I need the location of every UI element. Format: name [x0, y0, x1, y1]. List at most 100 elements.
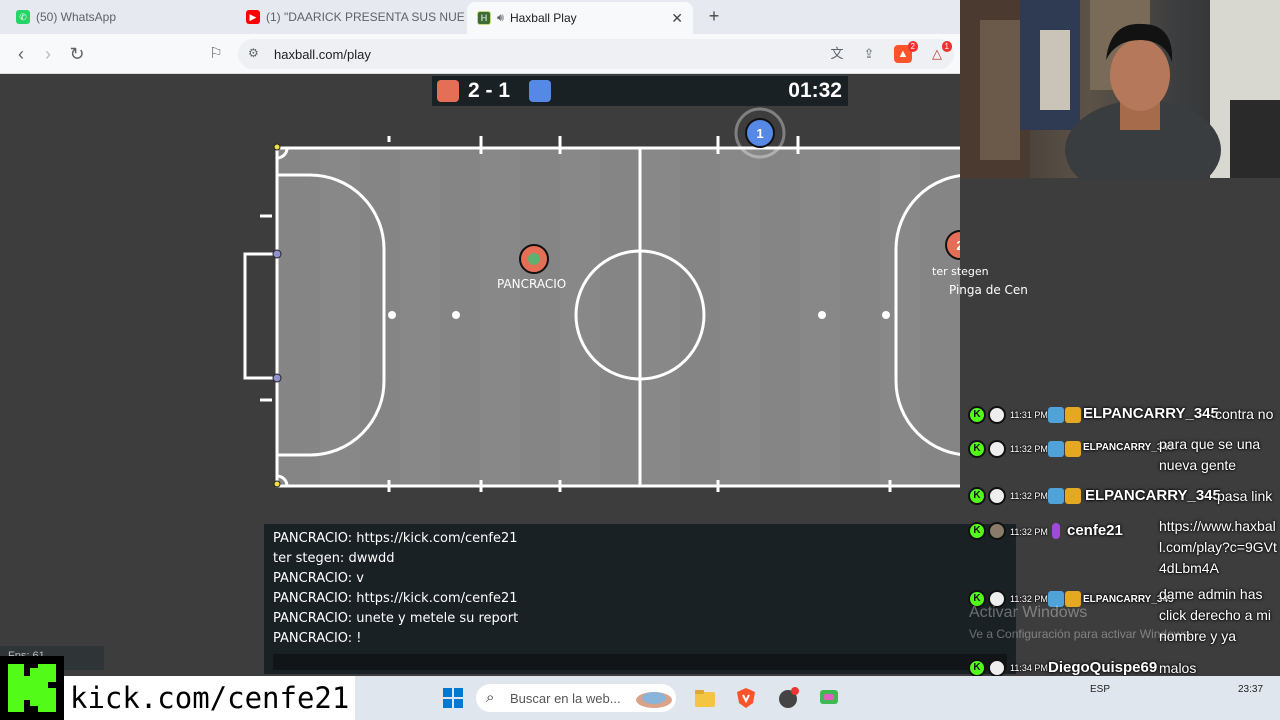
chat-input[interactable] — [273, 654, 1007, 670]
channel-url: kick.com/cenfe21 — [64, 676, 356, 720]
stream-chat-message: K 11:32 PM ELPANCARRY_345 pasa link — [968, 486, 1280, 508]
tab-haxball[interactable]: H 🔊︎ Haxball Play ✕ — [467, 2, 693, 34]
site-info-icon[interactable]: ⚙ — [248, 46, 259, 60]
goal-post — [272, 249, 282, 259]
haxball-game: 2 - 1 01:32 1 PANCRACIO ter stegen Pinga… — [0, 74, 1028, 720]
tab-youtube[interactable]: ▶ (1) "DAARICK PRESENTA SUS NUEVO — [236, 4, 464, 30]
haxball-icon: H — [477, 11, 491, 25]
stream-chat-message: K 11:32 PM cenfe21 https://www.haxball.c… — [968, 518, 1280, 580]
player-name-label: ter stegen — [932, 265, 989, 278]
kick-icon: K — [968, 659, 986, 677]
chat-text: https://www.haxball.com/play?c=9GVt4dLbm… — [1159, 518, 1277, 576]
message-time: 11:31 PM — [1010, 410, 1048, 420]
browser-tab-bar: ✆ (50) WhatsApp ▶ (1) "DAARICK PRESENTA … — [0, 0, 960, 34]
game-chat: PANCRACIO: https://kick.com/cenfe21 ter … — [264, 524, 1016, 674]
brave-browser-icon[interactable] — [734, 686, 758, 710]
avatar — [988, 406, 1006, 424]
pitch-surface — [277, 148, 960, 486]
tab-title: (1) "DAARICK PRESENTA SUS NUEVO — [266, 10, 464, 24]
bookmark-icon[interactable]: ⚐ — [205, 43, 227, 65]
player-name-label: Pinga de Cen — [949, 283, 1028, 297]
crown-badge-icon — [1065, 488, 1081, 504]
stream-chat-message: K 11:31 PM ELPANCARRY_345 contra no — [968, 404, 1280, 426]
chat-text: contra no — [1215, 406, 1274, 422]
new-tab-button[interactable]: + — [704, 6, 724, 26]
browser-toolbar: ‹ › ↻ ⚐ ⚙ haxball.com/play 文 ⇪ ▲ 2 △ 1 — [0, 34, 960, 74]
message-time: 11:32 PM — [1010, 527, 1048, 537]
search-highlight-icon[interactable] — [634, 686, 674, 710]
message-time: 11:32 PM — [1010, 444, 1048, 454]
address-bar[interactable]: ⚙ haxball.com/play 文 ⇪ ▲ 2 △ 1 — [238, 39, 954, 69]
left-goal — [243, 252, 277, 380]
message-time: 11:34 PM — [1010, 663, 1048, 673]
chat-message: PANCRACIO: ! — [273, 631, 362, 646]
kick-logo-icon — [8, 664, 56, 712]
chat-username[interactable]: cenfe21 — [1067, 522, 1123, 539]
player-name-label: PANCRACIO — [497, 277, 567, 291]
message-time: 11:32 PM — [1010, 594, 1048, 604]
futsal-field[interactable]: 1 2 2 — [0, 74, 960, 524]
windows-start-icon[interactable] — [441, 686, 465, 710]
activate-windows-subtitle: Ve a Configuración para activar Windows. — [969, 627, 1192, 641]
kick-icon: K — [968, 522, 986, 540]
vip-badge-icon — [1048, 407, 1064, 423]
search-icon: ⌕ — [486, 689, 495, 706]
share-icon[interactable]: ⇪ — [860, 45, 878, 63]
activate-windows-title: Activar Windows — [969, 604, 1088, 621]
file-explorer-icon[interactable] — [693, 686, 717, 710]
avatar — [988, 440, 1006, 458]
language-indicator[interactable]: ESP — [1090, 684, 1110, 695]
goal-post — [272, 373, 282, 383]
tab-whatsapp[interactable]: ✆ (50) WhatsApp — [6, 4, 236, 30]
tab-title: Haxball Play — [509, 11, 577, 25]
chat-message: ter stegen: dwwdd — [273, 551, 395, 566]
kick-logo — [0, 656, 64, 720]
whatsapp-icon: ✆ — [16, 10, 30, 24]
chat-message: PANCRACIO: v — [273, 571, 364, 586]
avatar — [988, 659, 1006, 677]
translate-icon[interactable]: 文 — [828, 45, 846, 63]
kick-icon: K — [968, 440, 986, 458]
brave-shields-icon[interactable]: ▲ 2 — [894, 41, 918, 63]
player-red-pancracio — [519, 244, 549, 274]
webcam-feed — [960, 0, 1280, 178]
chat-message: PANCRACIO: https://kick.com/cenfe21 — [273, 591, 518, 606]
vip-badge-icon — [1048, 441, 1064, 457]
close-tab-icon[interactable]: ✕ — [671, 10, 683, 27]
kick-icon: K — [968, 487, 986, 505]
player-number: 1 — [756, 126, 763, 141]
chat-username[interactable]: ELPANCARRY_345 — [1085, 487, 1221, 504]
chat-username[interactable]: DiegoQuispe69 — [1048, 659, 1157, 676]
kick-icon: K — [968, 406, 986, 424]
crown-badge-icon — [1065, 441, 1081, 457]
rewards-badge: 1 — [941, 41, 952, 52]
shields-badge: 2 — [907, 41, 918, 52]
avatar — [988, 522, 1006, 540]
chat-username[interactable]: ELPANCARRY_345 — [1083, 405, 1219, 422]
app-icon[interactable] — [776, 686, 800, 710]
chat-text: para que se una nueva gente — [1159, 436, 1261, 473]
chat-text: pasa link — [1217, 488, 1273, 504]
avatar — [988, 487, 1006, 505]
vip-badge-icon — [1048, 488, 1064, 504]
mic-badge-icon — [1052, 523, 1060, 539]
youtube-icon: ▶ — [246, 10, 260, 24]
clock[interactable]: 23:37 — [1238, 684, 1263, 695]
message-time: 11:32 PM — [1010, 491, 1048, 501]
streamer-photo — [960, 0, 1280, 178]
screen: ✆ (50) WhatsApp ▶ (1) "DAARICK PRESENTA … — [0, 0, 1280, 720]
reload-icon[interactable]: ↻ — [66, 43, 88, 65]
url-text: haxball.com/play — [274, 47, 371, 62]
speaker-icon: 🔊︎ — [497, 11, 504, 24]
chat-message: PANCRACIO: https://kick.com/cenfe21 — [273, 531, 518, 546]
chat-message: PANCRACIO: unete y metele su report — [273, 611, 519, 626]
chat-app-icon[interactable] — [817, 686, 841, 710]
forward-icon[interactable]: › — [37, 43, 59, 65]
player-number: 2 — [956, 238, 960, 253]
stream-chat-message: K 11:32 PM ELPANCARRY_345 para que se un… — [968, 436, 1280, 480]
crown-badge-icon — [1065, 407, 1081, 423]
brave-rewards-icon[interactable]: △ 1 — [928, 41, 952, 63]
back-icon[interactable]: ‹ — [10, 43, 32, 65]
search-placeholder: Buscar en la web... — [510, 691, 621, 706]
tab-title: (50) WhatsApp — [36, 10, 117, 24]
